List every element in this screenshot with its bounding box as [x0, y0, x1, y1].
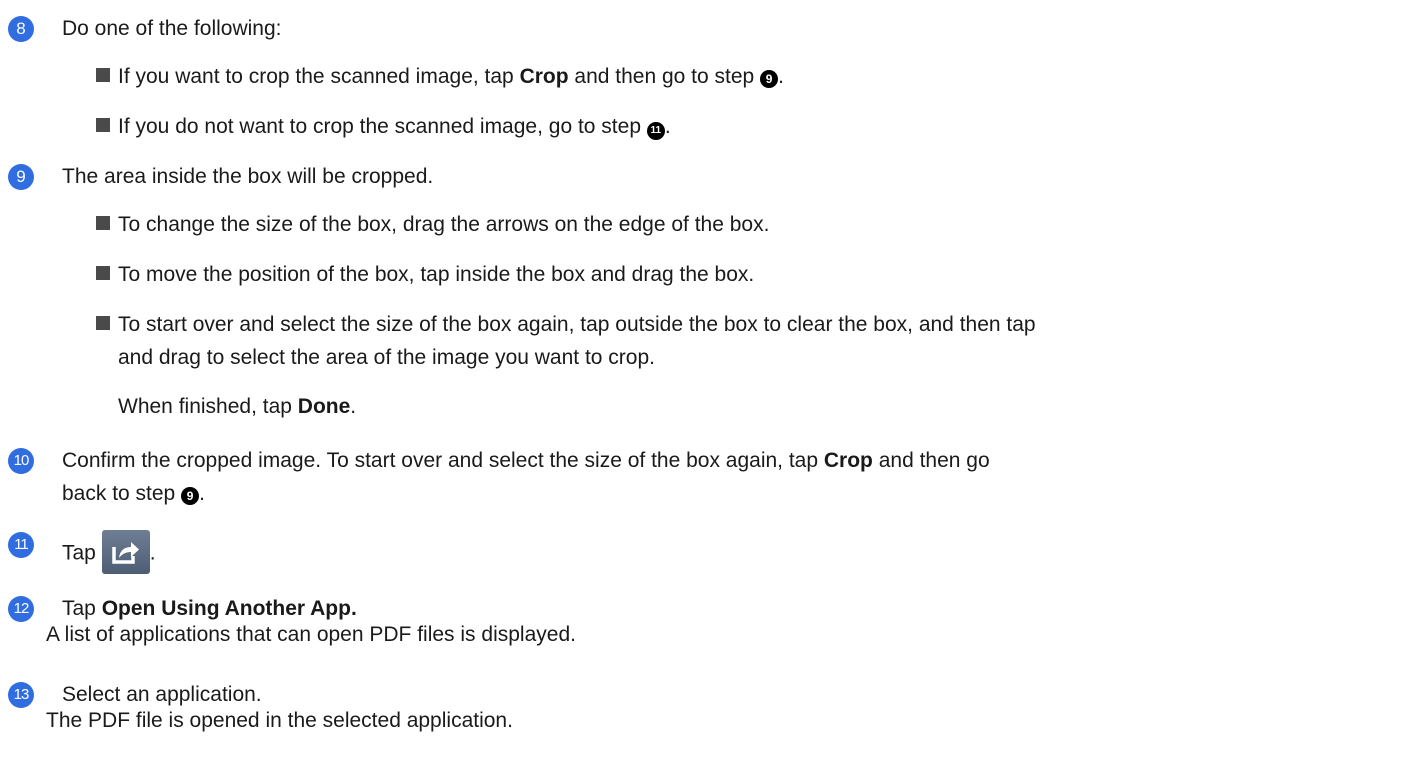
step-number-badge: 9 [8, 164, 34, 190]
list-item-continuation: and drag to select the area of the image… [118, 346, 655, 369]
share-icon [101, 530, 150, 574]
list-item: To start over and select the size of the… [96, 312, 1036, 338]
list-item: If you want to crop the scanned image, t… [96, 64, 784, 90]
bullet-square-icon [96, 266, 110, 280]
crop-label: Crop [823, 449, 873, 472]
step-text-continuation: A list of applications that can open PDF… [46, 623, 576, 646]
bullet-square-icon [96, 316, 110, 330]
step-number-badge: 8 [8, 16, 34, 42]
step-text: Confirm the cropped image. To start over… [62, 449, 990, 472]
step-text: Tap . [62, 530, 156, 576]
step-number-badge: 10 [8, 448, 34, 474]
step-number-badge: 13 [8, 682, 34, 708]
finish-note: When finished, tap Done. [118, 395, 357, 418]
open-using-another-app-label: Open Using Another App. [101, 597, 357, 620]
step-number-badge: 12 [8, 596, 34, 622]
step-text: The area inside the box will be cropped. [62, 165, 434, 188]
bullet-square-icon [96, 68, 110, 82]
step-text-continuation: back to step 9. [62, 482, 205, 505]
step-ref-badge: 9 [760, 70, 779, 88]
step-text: Do one of the following: [62, 17, 282, 40]
crop-label: Crop [519, 65, 569, 88]
step-text: Select an application. [62, 683, 262, 706]
list-item: To change the size of the box, drag the … [96, 212, 769, 238]
bullet-square-icon [96, 118, 110, 132]
step-text: Tap Open Using Another App. [62, 597, 357, 620]
step-text-continuation: The PDF file is opened in the selected a… [46, 709, 513, 732]
list-item: If you do not want to crop the scanned i… [96, 114, 671, 140]
list-item: To move the position of the box, tap ins… [96, 262, 754, 288]
bullet-square-icon [96, 216, 110, 230]
step-ref-badge: 11 [646, 122, 665, 140]
step-number-badge: 11 [8, 532, 34, 558]
done-label: Done [297, 395, 351, 418]
step-ref-badge: 9 [181, 487, 200, 505]
